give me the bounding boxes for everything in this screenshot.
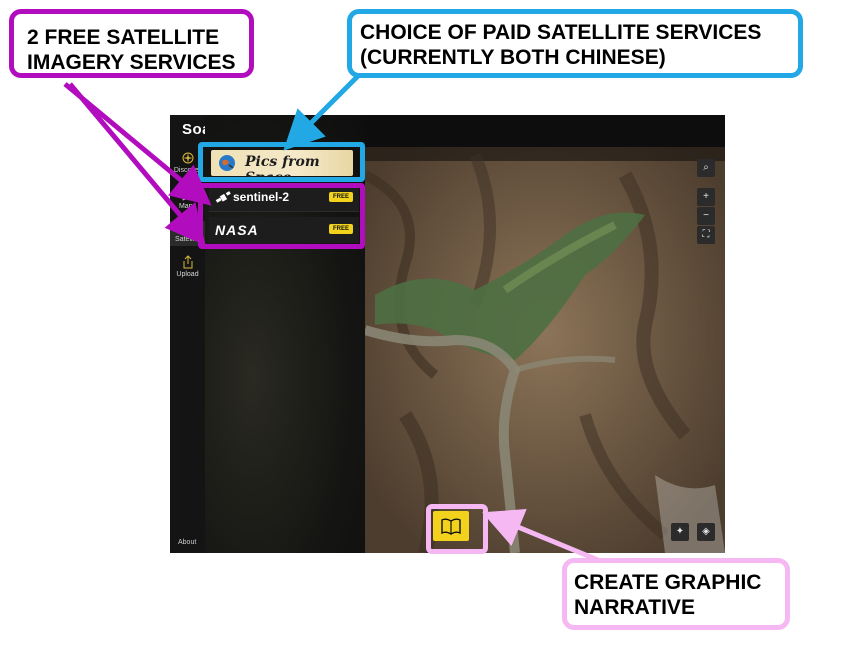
arrow-to-story: [482, 509, 599, 563]
arrow-to-pics: [283, 74, 360, 151]
callout-line: 2 FREE SATELLITE: [27, 26, 220, 49]
arrow-to-nasa: [68, 82, 206, 246]
callout-line: NARRATIVE: [574, 596, 695, 619]
free-services-callout: 2 FREE SATELLITE IMAGERY SERVICES: [9, 9, 254, 78]
graphic-narrative-callout: CREATE GRAPHIC NARRATIVE: [562, 558, 790, 630]
callout-line: CHOICE OF PAID SATELLITE SERVICES: [360, 21, 762, 44]
callout-line: CREATE GRAPHIC: [574, 571, 762, 594]
annotation-arrows: [63, 74, 599, 563]
callout-line: (CURRENTLY BOTH CHINESE): [360, 46, 666, 69]
callout-line: IMAGERY SERVICES: [27, 51, 236, 74]
paid-services-callout: CHOICE OF PAID SATELLITE SERVICES (CURRE…: [347, 9, 803, 78]
